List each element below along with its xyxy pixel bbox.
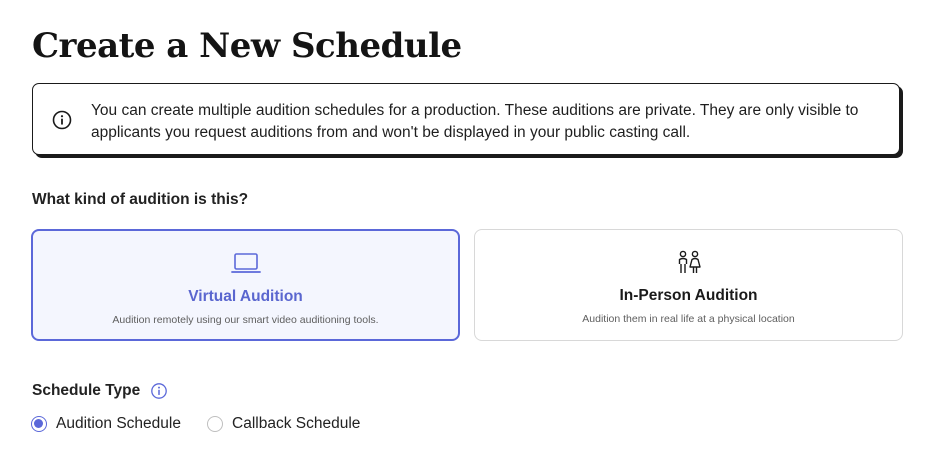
virtual-audition-card[interactable]: Virtual Audition Audition remotely using… <box>31 229 460 341</box>
in-person-audition-title: In-Person Audition <box>619 287 758 304</box>
laptop-icon <box>230 253 261 273</box>
audition-kind-question: What kind of audition is this? <box>32 191 249 208</box>
people-icon <box>678 250 701 273</box>
in-person-audition-description: Audition them in real life at a physical… <box>582 313 795 325</box>
info-banner: You can create multiple audition schedul… <box>32 83 900 155</box>
virtual-audition-title: Virtual Audition <box>188 288 303 305</box>
callback-schedule-label: Callback Schedule <box>232 415 361 432</box>
audition-schedule-label: Audition Schedule <box>56 415 181 432</box>
schedule-type-label: Schedule Type <box>32 382 141 399</box>
callback-schedule-option[interactable]: Callback Schedule <box>207 412 360 436</box>
audition-schedule-radio[interactable] <box>31 416 47 432</box>
in-person-audition-card[interactable]: In-Person Audition Audition them in real… <box>474 229 903 341</box>
info-circle-icon[interactable] <box>150 382 168 400</box>
callback-schedule-radio[interactable] <box>207 416 223 432</box>
page-title: Create a New Schedule <box>32 26 462 66</box>
info-circle-icon <box>52 110 72 130</box>
virtual-audition-description: Audition remotely using our smart video … <box>112 314 379 326</box>
audition-schedule-option[interactable]: Audition Schedule <box>31 412 181 436</box>
info-banner-text: You can create multiple audition schedul… <box>91 102 859 141</box>
